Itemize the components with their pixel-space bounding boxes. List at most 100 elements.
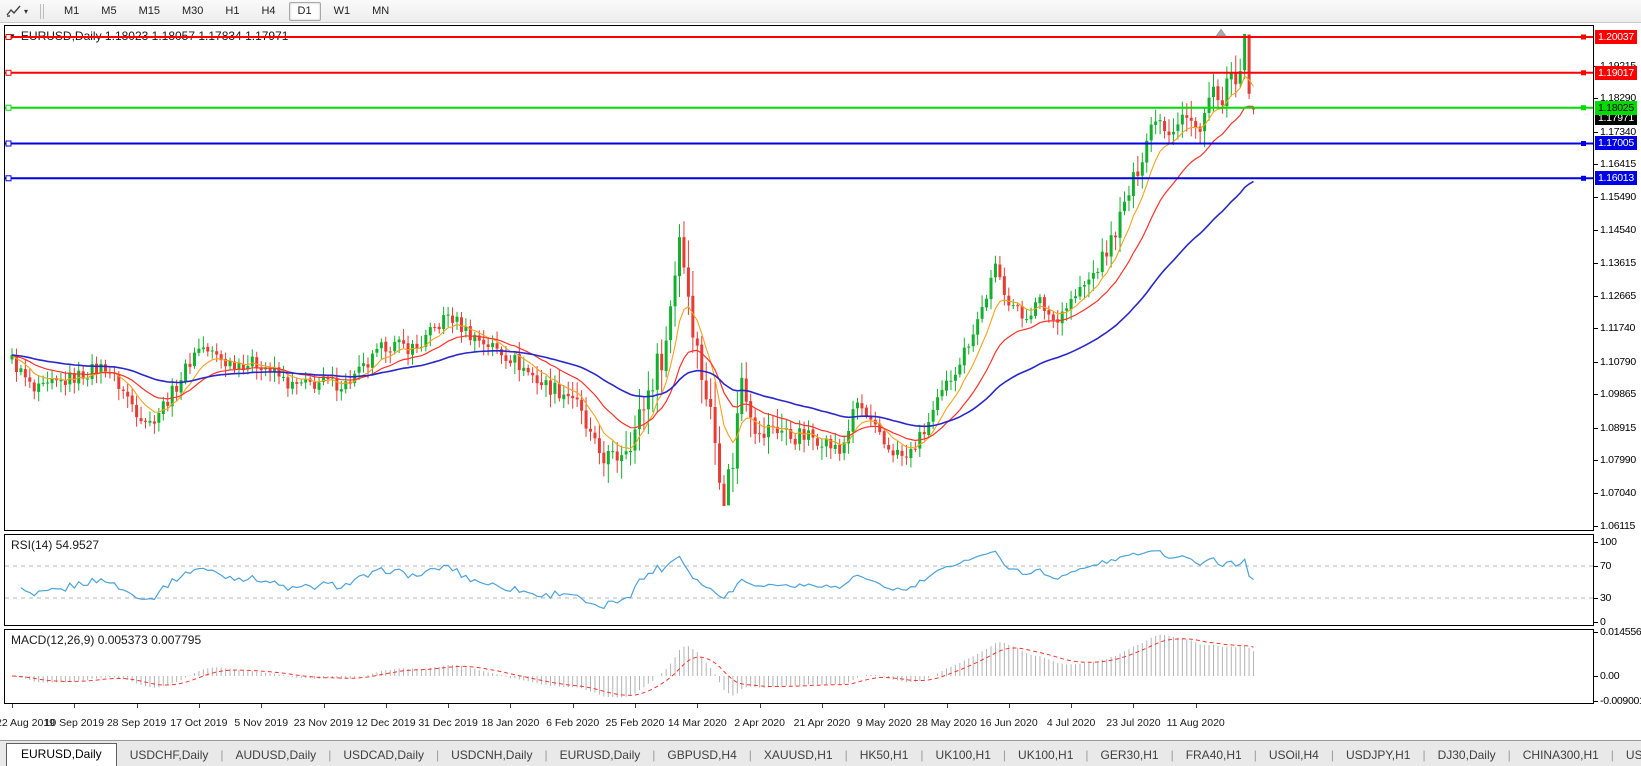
rsi-panel[interactable]: RSI(14) 54.9527	[4, 534, 1594, 626]
date-axis-tickmark	[385, 704, 387, 708]
timeframe-toolbar: M1 M5 M15 M30 H1 H4 D1 W1 MN	[53, 1, 400, 21]
tab-usdcad-daily[interactable]: USDCAD,Daily	[332, 745, 435, 766]
timeframe-mn[interactable]: MN	[363, 2, 398, 21]
price-chart-panel[interactable]	[4, 25, 1594, 531]
timeframe-m30[interactable]: M30	[173, 2, 212, 21]
chart-tab-list: EURUSD,Daily USDCHF,Daily | AUDUSD,Daily | US…	[0, 741, 1641, 766]
macd-axis-tick: 0.00	[1600, 670, 1620, 682]
price-axis-tick: 1.07990	[1600, 454, 1636, 467]
tab-usoil-h1[interactable]: USOil,H1	[1615, 745, 1641, 766]
price-axis-tick: 1.14540	[1600, 224, 1636, 237]
date-axis-tickmark	[821, 704, 823, 708]
price-axis-tickmark	[1594, 196, 1598, 198]
rsi-axis-tick: 70	[1600, 560, 1612, 572]
macd-axis-tickmark	[1594, 676, 1598, 677]
date-axis-tickmark	[12, 704, 13, 708]
timeframe-m15[interactable]: M15	[130, 2, 169, 21]
rsi-label: RSI(14) 54.9527	[11, 538, 100, 552]
chart-tools-icon	[6, 5, 21, 17]
timeframe-m5[interactable]: M5	[92, 2, 125, 21]
date-axis-tickmark	[323, 704, 325, 708]
tab-usdjpy-h1[interactable]: USDJPY,H1	[1335, 745, 1421, 766]
dropdown-caret-icon[interactable]: ▾	[24, 7, 28, 16]
price-axis-tick: 1.13615	[1600, 256, 1636, 269]
price-axis-tick: 1.10790	[1600, 355, 1636, 368]
price-axis-tickmark	[1594, 394, 1598, 396]
macd-panel[interactable]: MACD(12,26,9) 0.005373 0.007795	[4, 629, 1594, 704]
price-level-badge: 1.18025	[1595, 100, 1637, 115]
price-axis-tickmark	[1594, 98, 1598, 100]
tab-china300-h1[interactable]: CHINA300,H1	[1512, 745, 1610, 766]
rsi-axis-tickmark	[1594, 566, 1598, 567]
timeframe-h4[interactable]: H4	[252, 2, 284, 21]
date-axis-tickmark	[1071, 704, 1073, 708]
tab-audusd-daily[interactable]: AUDUSD,Daily	[225, 745, 328, 766]
date-axis[interactable]: 22 Aug 2019 10 Sep 2019 28 Sep 2019 17 Oct …	[0, 704, 1641, 740]
price-axis-tickmark	[1594, 328, 1598, 330]
tab-uk100-h1[interactable]: UK100,H1	[925, 745, 1002, 766]
tab-hk50-h1[interactable]: HK50,H1	[849, 745, 920, 766]
date-axis-tickmark	[136, 704, 138, 708]
rsi-axis-tickmark	[1594, 542, 1598, 543]
date-axis-tickmark	[884, 704, 886, 708]
date-axis-tickmark	[697, 704, 699, 708]
tab-usdcnh-daily[interactable]: USDCNH,Daily	[440, 745, 543, 766]
tab-dj30-daily[interactable]: DJ30,Daily	[1427, 745, 1507, 766]
date-axis-tickmark	[759, 704, 761, 708]
price-level-badge: 1.20037	[1595, 29, 1637, 44]
rsi-axis-tick: 30	[1600, 592, 1612, 604]
tab-uk100-h1[interactable]: UK100,H1	[1007, 745, 1084, 766]
price-axis-tick: 1.11740	[1600, 322, 1636, 335]
chart-tools-button[interactable]: ▾	[4, 3, 30, 19]
macd-axis-tickmark	[1594, 632, 1598, 633]
date-axis-tickmark	[1195, 704, 1197, 708]
date-axis-tickmark	[946, 704, 948, 708]
price-axis-tick: 1.16415	[1600, 158, 1636, 171]
price-axis-tickmark	[1594, 262, 1598, 264]
date-axis-tickmark	[635, 704, 636, 708]
price-level-badge: 1.19017	[1595, 65, 1637, 80]
price-axis-tickmark	[1594, 427, 1598, 429]
date-axis-tickmark	[572, 704, 574, 708]
chart-tab-bar: EURUSD,Daily USDCHF,Daily | AUDUSD,Daily | US…	[0, 740, 1641, 766]
tab-ger30-h1[interactable]: GER30,H1	[1090, 745, 1170, 766]
date-axis-tickmark	[510, 704, 512, 708]
tab-gbpusd-h4[interactable]: GBPUSD,H4	[656, 745, 747, 766]
price-axis-tickmark	[1594, 460, 1598, 462]
tab-xauusd-h1[interactable]: XAUUSD,H1	[753, 745, 844, 766]
timeframe-h1[interactable]: H1	[216, 2, 248, 21]
date-axis-tickmark	[74, 704, 76, 708]
macd-axis-tick: -0.009001	[1600, 695, 1641, 707]
toolbar: ▾ M1 M5 M15 M30 H1 H4 D1 W1 MN	[0, 0, 1641, 23]
price-axis-tickmark	[1594, 295, 1598, 297]
rsi-axis-tickmark	[1594, 622, 1598, 623]
date-axis-tick: 11 Aug 2020	[1166, 717, 1225, 729]
price-axis-tickmark	[1594, 493, 1598, 495]
price-axis-tickmark	[1594, 230, 1598, 232]
tab-usoil-h4[interactable]: USOil,H4	[1258, 745, 1330, 766]
date-axis-tickmark	[448, 704, 450, 708]
tab-usdchf-daily[interactable]: USDCHF,Daily	[119, 745, 220, 766]
tab-eurusd-daily[interactable]: EURUSD,Daily	[549, 745, 652, 766]
tab-fra40-h1[interactable]: FRA40,H1	[1175, 745, 1253, 766]
macd-axis-tick: 0.014556	[1600, 626, 1641, 638]
price-axis-tickmark	[1594, 361, 1598, 363]
candlestick-chart	[5, 28, 1593, 506]
price-axis-tick: 1.08915	[1600, 421, 1636, 434]
price-level-badge: 1.17005	[1595, 136, 1637, 151]
price-axis-tick: 1.06115	[1600, 519, 1636, 532]
date-axis-tickmark	[198, 704, 200, 708]
rsi-chart	[5, 550, 1593, 610]
timeframe-d1[interactable]: D1	[288, 2, 321, 21]
timeframe-w1[interactable]: W1	[325, 2, 360, 21]
date-axis-tickmark	[1133, 704, 1135, 708]
rsi-axis-tickmark	[1594, 598, 1598, 599]
price-axis-tick: 1.09865	[1600, 388, 1636, 401]
macd-axis-tickmark	[1594, 701, 1598, 702]
toolbar-grip[interactable]	[40, 3, 46, 19]
timeframe-m1[interactable]: M1	[55, 2, 88, 21]
price-axis-tickmark	[1594, 525, 1598, 527]
price-axis-tickmark	[1594, 131, 1598, 133]
macd-label: MACD(12,26,9) 0.005373 0.007795	[11, 633, 202, 647]
tab-eurusd-daily-active[interactable]: EURUSD,Daily	[6, 743, 117, 766]
